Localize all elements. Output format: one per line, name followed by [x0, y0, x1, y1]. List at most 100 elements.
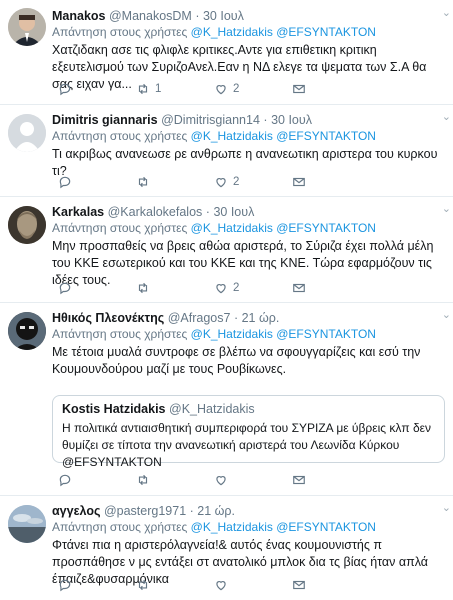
reply-icon [59, 176, 71, 189]
envelope-icon [293, 177, 305, 187]
like-button[interactable]: 2 [214, 281, 239, 295]
mention-link[interactable]: @K_Hatzidakis [191, 129, 273, 143]
retweet-count: 1 [155, 83, 162, 95]
chevron-down-icon[interactable]: ⌄ [442, 501, 451, 514]
separator-dot: · [263, 113, 268, 127]
chevron-down-icon[interactable]: ⌄ [442, 110, 451, 123]
mention-link[interactable]: @EFSYNTAKTON [276, 520, 376, 534]
reply-tweet[interactable]: αγγελος @pasterg1971 · 21 ώρ. Απάντηση σ… [0, 496, 453, 600]
avatar[interactable] [8, 114, 46, 152]
reply-context: Απάντηση στους χρήστες @K_Hatzidakis @EF… [52, 129, 445, 144]
author-handle[interactable]: @ManakosDM [109, 9, 192, 23]
reply-prefix: Απάντηση στους χρήστες [52, 25, 188, 39]
author-handle[interactable]: @Dimitrisgiann14 [161, 113, 260, 127]
author-handle[interactable]: @Afragos7 [168, 311, 231, 325]
tweet-actions [52, 578, 312, 594]
like-button[interactable] [214, 578, 233, 592]
chevron-down-icon[interactable]: ⌄ [442, 308, 451, 321]
tweet-actions: 1 2 [52, 82, 312, 98]
sky-landscape-photo-icon [8, 505, 46, 543]
quoted-tweet-header: Kostis Hatzidakis @K_Hatzidakis [62, 402, 435, 417]
author-name[interactable]: Ηθικός Πλεονέκτης [52, 311, 164, 325]
mention-link[interactable]: @K_Hatzidakis [191, 327, 273, 341]
like-button[interactable] [214, 473, 233, 487]
author-name[interactable]: Dimitris giannaris [52, 113, 158, 127]
retweet-icon [138, 474, 148, 486]
quoted-author-handle: @K_Hatzidakis [169, 402, 255, 416]
retweet-button[interactable] [136, 473, 155, 487]
reply-button[interactable] [58, 281, 77, 295]
tweet-actions: 2 [52, 281, 312, 297]
author-name[interactable]: Manakos [52, 9, 106, 23]
reply-tweet[interactable]: Ηθικός Πλεονέκτης @Afragos7 · 21 ώρ. Απά… [0, 303, 453, 496]
avatar[interactable] [8, 8, 46, 46]
author-name[interactable]: αγγελος [52, 504, 100, 518]
reply-button[interactable] [58, 175, 77, 189]
retweet-button[interactable] [136, 578, 155, 592]
chevron-down-icon[interactable]: ⌄ [442, 202, 451, 215]
tweet-text: Με τέτοια μυαλά συντροφε σε βλέπω να σφο… [52, 345, 421, 376]
mention-link[interactable]: @EFSYNTAKTON [276, 129, 376, 143]
separator-dot: · [189, 504, 194, 518]
direct-message-button[interactable] [292, 281, 306, 295]
reply-feed: Manakos @ManakosDM · 30 Ιουλ Απάντηση στ… [0, 0, 453, 600]
direct-message-button[interactable] [292, 82, 306, 96]
timestamp[interactable]: 30 Ιουλ [213, 205, 254, 219]
like-button[interactable]: 2 [214, 82, 239, 96]
heart-icon [216, 476, 226, 486]
retweet-icon [138, 282, 148, 294]
reply-context: Απάντηση στους χρήστες @K_Hatzidakis @EF… [52, 520, 445, 535]
reply-context: Απάντηση στους χρήστες @K_Hatzidakis @EF… [52, 327, 445, 342]
mention-link[interactable]: @EFSYNTAKTON [276, 25, 376, 39]
heart-icon [216, 178, 226, 188]
ancient-statue-head-icon [8, 206, 46, 244]
reply-button[interactable] [58, 82, 77, 96]
tweet-header: αγγελος @pasterg1971 · 21 ώρ. [52, 503, 445, 519]
retweet-button[interactable] [136, 175, 155, 189]
reply-tweet[interactable]: Manakos @ManakosDM · 30 Ιουλ Απάντηση στ… [0, 0, 453, 105]
reply-prefix: Απάντηση στους χρήστες [52, 327, 188, 341]
avatar[interactable] [8, 206, 46, 244]
mention-link[interactable]: @EFSYNTAKTON [276, 221, 376, 235]
like-count: 2 [233, 176, 240, 188]
reply-context: Απάντηση στους χρήστες @K_Hatzidakis @EF… [52, 25, 445, 40]
timestamp[interactable]: 30 Ιουλ [203, 9, 244, 23]
reply-icon [59, 474, 71, 487]
tweet-actions: 2 [52, 175, 312, 191]
reply-icon [59, 282, 71, 295]
reply-tweet[interactable]: Karkalas @Karkalokefalos · 30 Ιουλ Απάντ… [0, 197, 453, 303]
mention-link[interactable]: @K_Hatzidakis [191, 25, 273, 39]
direct-message-button[interactable] [292, 175, 306, 189]
default-egg-avatar-icon [8, 114, 46, 152]
mention-link[interactable]: @K_Hatzidakis [191, 221, 273, 235]
separator-dot: · [195, 9, 200, 23]
reply-tweet[interactable]: Dimitris giannaris @Dimitrisgiann14 · 30… [0, 105, 453, 197]
profile-photo-man-suit-icon [8, 8, 46, 46]
direct-message-button[interactable] [292, 473, 306, 487]
tweet-header: Dimitris giannaris @Dimitrisgiann14 · 30… [52, 112, 445, 128]
timestamp[interactable]: 30 Ιουλ [271, 113, 312, 127]
reply-prefix: Απάντηση στους χρήστες [52, 520, 188, 534]
chevron-down-icon[interactable]: ⌄ [442, 6, 451, 19]
quoted-tweet-text: Η πολιτικά αντιαισθητική συμπεριφορά του… [62, 421, 431, 469]
author-handle[interactable]: @pasterg1971 [104, 504, 186, 518]
retweet-icon [138, 579, 148, 591]
retweet-button[interactable]: 1 [136, 82, 161, 96]
timestamp[interactable]: 21 ώρ. [197, 504, 235, 518]
avatar[interactable] [8, 505, 46, 543]
avatar[interactable] [8, 312, 46, 350]
reply-button[interactable] [58, 473, 77, 487]
like-button[interactable]: 2 [214, 175, 239, 189]
tweet-header: Ηθικός Πλεονέκτης @Afragos7 · 21 ώρ. [52, 310, 445, 326]
mention-link[interactable]: @K_Hatzidakis [191, 520, 273, 534]
quoted-tweet[interactable]: Kostis Hatzidakis @K_Hatzidakis Η πολιτι… [52, 395, 445, 469]
author-handle[interactable]: @Karkalokefalos [108, 205, 203, 219]
author-name[interactable]: Karkalas [52, 205, 104, 219]
direct-message-button[interactable] [292, 578, 306, 592]
separator-dot: · [233, 311, 239, 325]
mention-link[interactable]: @EFSYNTAKTON [276, 327, 376, 341]
retweet-button[interactable] [136, 281, 155, 295]
timestamp[interactable]: 21 ώρ. [242, 311, 280, 325]
reply-button[interactable] [58, 578, 77, 592]
reply-icon [59, 83, 71, 96]
